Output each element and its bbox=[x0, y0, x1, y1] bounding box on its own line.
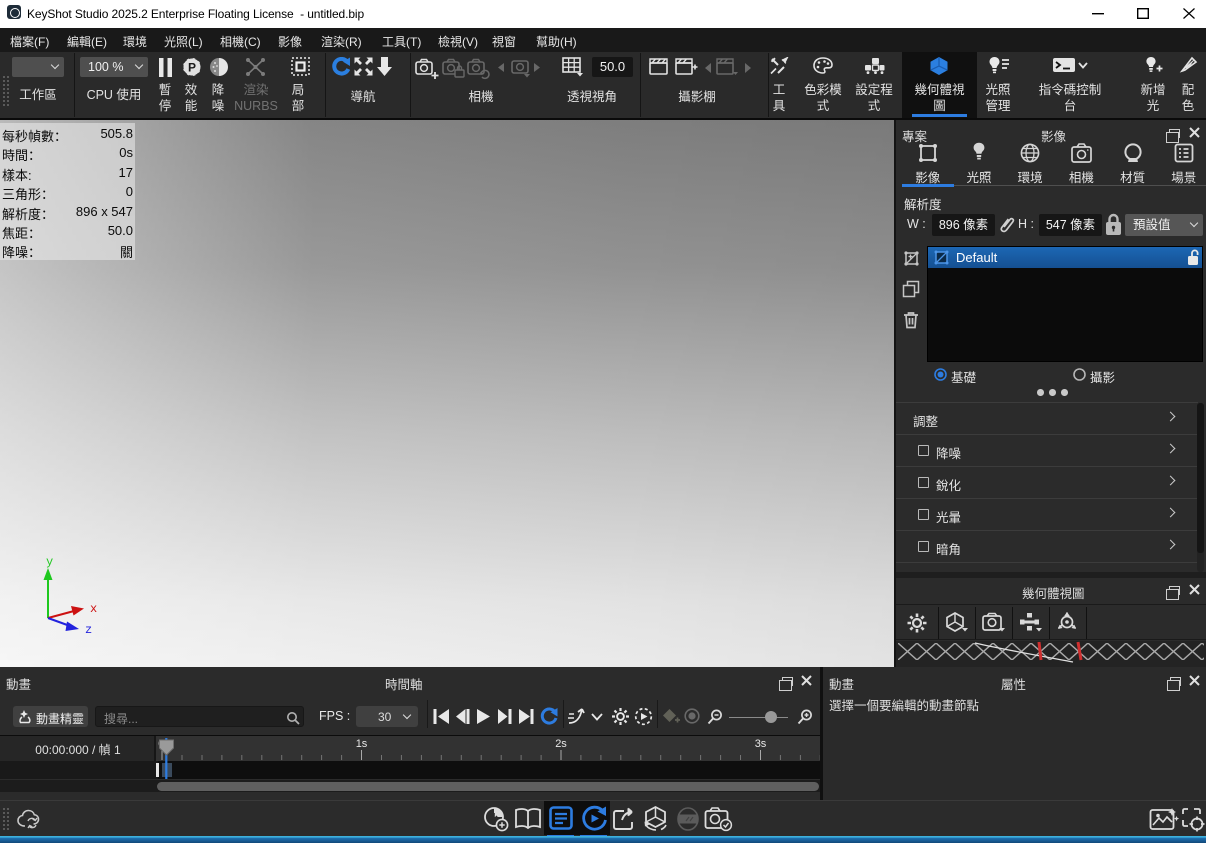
svg-text:P: P bbox=[188, 61, 196, 75]
svg-text:z: z bbox=[85, 623, 92, 637]
svg-text:y: y bbox=[46, 555, 53, 569]
svg-text:1s: 1s bbox=[356, 738, 368, 750]
svg-text:x: x bbox=[90, 602, 97, 616]
svg-text:3s: 3s bbox=[755, 738, 767, 750]
svg-text:2s: 2s bbox=[555, 738, 567, 750]
